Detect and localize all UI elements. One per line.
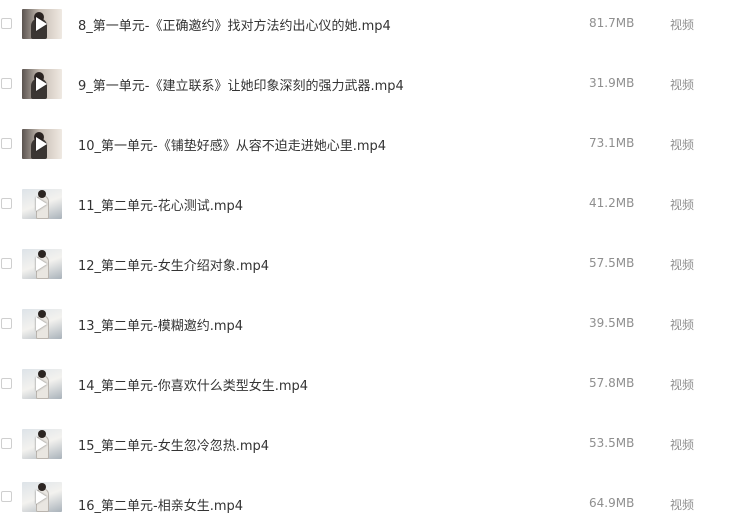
file-type: 视频 bbox=[670, 138, 695, 152]
file-name[interactable]: 13_第二单元-模糊邀约.mp4 bbox=[78, 315, 243, 334]
video-thumbnail[interactable] bbox=[22, 9, 62, 39]
file-type: 视频 bbox=[670, 378, 695, 392]
file-type: 视频 bbox=[670, 198, 695, 212]
video-thumbnail[interactable] bbox=[22, 249, 62, 279]
video-thumbnail[interactable] bbox=[22, 129, 62, 159]
file-name[interactable]: 15_第二单元-女生忽冷忽热.mp4 bbox=[78, 435, 269, 454]
file-size: 39.5MB bbox=[589, 316, 635, 330]
file-name[interactable]: 14_第二单元-你喜欢什么类型女生.mp4 bbox=[78, 375, 308, 394]
row-checkbox[interactable] bbox=[1, 18, 12, 29]
row-checkbox[interactable] bbox=[1, 138, 12, 149]
row-checkbox[interactable] bbox=[1, 378, 12, 389]
play-icon bbox=[36, 77, 47, 91]
file-type: 视频 bbox=[670, 318, 695, 332]
play-icon bbox=[36, 377, 47, 391]
row-checkbox[interactable] bbox=[1, 491, 12, 502]
file-list: 8_第一单元-《正确邀约》找对方法约出心仪的她.mp4 81.7MB 视频 9_… bbox=[0, 0, 747, 517]
file-type: 视频 bbox=[670, 78, 695, 92]
file-row[interactable]: 11_第二单元-花心测试.mp4 41.2MB 视频 bbox=[0, 184, 747, 224]
row-checkbox[interactable] bbox=[1, 78, 12, 89]
file-type: 视频 bbox=[670, 258, 695, 272]
file-size: 81.7MB bbox=[589, 16, 635, 30]
file-row[interactable]: 16_第二单元-相亲女生.mp4 64.9MB 视频 bbox=[0, 477, 747, 517]
file-name[interactable]: 11_第二单元-花心测试.mp4 bbox=[78, 195, 243, 214]
video-thumbnail[interactable] bbox=[22, 189, 62, 219]
file-row[interactable]: 9_第一单元-《建立联系》让她印象深刻的强力武器.mp4 31.9MB 视频 bbox=[0, 64, 747, 104]
file-size: 73.1MB bbox=[589, 136, 635, 150]
file-size: 57.8MB bbox=[589, 376, 635, 390]
file-size: 41.2MB bbox=[589, 196, 635, 210]
file-type: 视频 bbox=[670, 498, 695, 512]
file-size: 64.9MB bbox=[589, 496, 635, 510]
row-checkbox[interactable] bbox=[1, 198, 12, 209]
file-size: 57.5MB bbox=[589, 256, 635, 270]
video-thumbnail[interactable] bbox=[22, 429, 62, 459]
row-checkbox[interactable] bbox=[1, 318, 12, 329]
file-name[interactable]: 10_第一单元-《铺垫好感》从容不迫走进她心里.mp4 bbox=[78, 135, 386, 154]
file-row[interactable]: 10_第一单元-《铺垫好感》从容不迫走进她心里.mp4 73.1MB 视频 bbox=[0, 124, 747, 164]
file-name[interactable]: 9_第一单元-《建立联系》让她印象深刻的强力武器.mp4 bbox=[78, 75, 404, 94]
play-icon bbox=[36, 257, 47, 271]
play-icon bbox=[36, 490, 47, 504]
file-row[interactable]: 14_第二单元-你喜欢什么类型女生.mp4 57.8MB 视频 bbox=[0, 364, 747, 404]
file-name[interactable]: 16_第二单元-相亲女生.mp4 bbox=[78, 495, 243, 514]
video-thumbnail[interactable] bbox=[22, 309, 62, 339]
file-row[interactable]: 8_第一单元-《正确邀约》找对方法约出心仪的她.mp4 81.7MB 视频 bbox=[0, 4, 747, 44]
video-thumbnail[interactable] bbox=[22, 69, 62, 99]
file-type: 视频 bbox=[670, 438, 695, 452]
play-icon bbox=[36, 17, 47, 31]
play-icon bbox=[36, 437, 47, 451]
file-size: 31.9MB bbox=[589, 76, 635, 90]
play-icon bbox=[36, 137, 47, 151]
file-type: 视频 bbox=[670, 18, 695, 32]
play-icon bbox=[36, 317, 47, 331]
file-row[interactable]: 12_第二单元-女生介绍对象.mp4 57.5MB 视频 bbox=[0, 244, 747, 284]
row-checkbox[interactable] bbox=[1, 258, 12, 269]
video-thumbnail[interactable] bbox=[22, 369, 62, 399]
file-name[interactable]: 8_第一单元-《正确邀约》找对方法约出心仪的她.mp4 bbox=[78, 15, 391, 34]
file-row[interactable]: 13_第二单元-模糊邀约.mp4 39.5MB 视频 bbox=[0, 304, 747, 344]
play-icon bbox=[36, 197, 47, 211]
row-checkbox[interactable] bbox=[1, 438, 12, 449]
file-row[interactable]: 15_第二单元-女生忽冷忽热.mp4 53.5MB 视频 bbox=[0, 424, 747, 464]
video-thumbnail[interactable] bbox=[22, 482, 62, 512]
file-name[interactable]: 12_第二单元-女生介绍对象.mp4 bbox=[78, 255, 269, 274]
file-size: 53.5MB bbox=[589, 436, 635, 450]
